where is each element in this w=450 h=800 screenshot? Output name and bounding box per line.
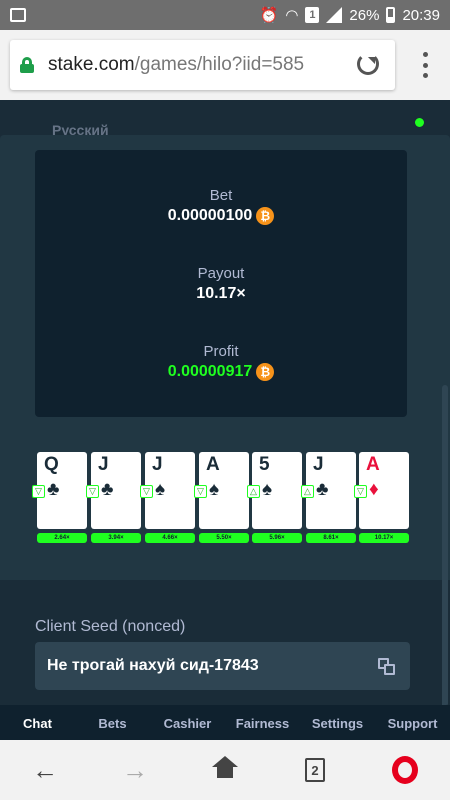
url-host: stake.com	[48, 54, 135, 75]
bet-label: Bet	[209, 187, 233, 204]
nav-settings[interactable]: Settings	[300, 705, 375, 740]
status-bar: ⏰ ◠ 1 26% 20:39	[0, 0, 450, 30]
opera-icon	[392, 756, 418, 784]
wifi-icon: ◠	[285, 7, 299, 24]
address-bar[interactable]: stake.com/games/hilo?iid=585	[10, 40, 395, 90]
playing-card: A ♠ ▽	[194, 452, 249, 529]
browser-bottom-bar: ← → 2	[0, 740, 450, 800]
playing-card: J ♣ △	[301, 452, 356, 529]
card-rank: J	[98, 454, 109, 475]
signal-icon	[326, 7, 343, 23]
playing-card: J ♠ ▽	[140, 452, 195, 529]
lower-prediction-icon: ▽	[32, 485, 45, 498]
tabs-button[interactable]: 2	[295, 750, 335, 790]
club-icon: ♣	[47, 479, 60, 500]
bet-details-modal: Bet 0.00000100 ₿ Payout 10.17× Profit 0.…	[0, 135, 450, 705]
card-rank: A	[206, 454, 220, 475]
nav-bets[interactable]: Bets	[75, 705, 150, 740]
site-header: Русский	[0, 100, 450, 140]
lower-prediction-icon: ▽	[140, 485, 153, 498]
spade-icon: ♠	[155, 479, 166, 500]
reload-icon[interactable]	[357, 53, 379, 75]
nav-fairness[interactable]: Fairness	[225, 705, 300, 740]
gallery-notification-icon	[10, 8, 26, 22]
spade-icon: ♠	[262, 479, 273, 500]
lock-icon	[20, 57, 34, 73]
tab-count: 2	[305, 758, 325, 782]
card-rank: A	[366, 454, 380, 475]
higher-prediction-icon: △	[301, 485, 314, 498]
profit-label: Profit	[203, 343, 239, 360]
home-button[interactable]	[205, 750, 245, 790]
higher-prediction-icon: △	[247, 485, 260, 498]
url-path: /games/hilo?iid=585	[134, 54, 305, 75]
menu-icon[interactable]	[418, 52, 432, 78]
playing-card: 5 ♠ △	[247, 452, 302, 529]
diamond-icon: ♦	[369, 479, 379, 500]
nav-cashier[interactable]: Cashier	[150, 705, 225, 740]
back-arrow-icon[interactable]: ←	[25, 750, 65, 790]
lower-prediction-icon: ▽	[86, 485, 99, 498]
club-icon: ♣	[101, 479, 114, 500]
bet-value-row: 0.00000100 ₿	[35, 207, 407, 225]
card-multiplier: 2.64×	[37, 533, 87, 543]
sim-badge: 1	[305, 7, 320, 23]
card-multiplier: 3.94×	[91, 533, 141, 543]
profit-value-row: 0.00000917 ₿	[35, 363, 407, 381]
card-multiplier: 4.66×	[145, 533, 195, 543]
modal-scrollbar[interactable]	[442, 385, 448, 705]
client-seed-value: Не трогай нахуй сид-17843	[47, 657, 259, 674]
bitcoin-icon: ₿	[256, 207, 275, 225]
card-multiplier: 8.61×	[306, 533, 356, 543]
card-rank: J	[152, 454, 163, 475]
card-rank: Q	[44, 454, 59, 475]
club-icon: ♣	[316, 479, 329, 500]
result-panel: Bet 0.00000100 ₿ Payout 10.17× Profit 0.…	[35, 150, 407, 417]
battery-percent: 26%	[349, 6, 380, 24]
card-multiplier: 5.96×	[252, 533, 302, 543]
alarm-icon: ⏰	[259, 7, 279, 24]
nav-chat[interactable]: Chat	[0, 705, 75, 740]
spade-icon: ♠	[209, 479, 220, 500]
profit-value: 0.00000917	[167, 363, 253, 380]
browser-toolbar: stake.com/games/hilo?iid=585	[0, 30, 450, 100]
bitcoin-icon: ₿	[256, 363, 275, 381]
seed-section: Client Seed (nonced) Не трогай нахуй сид…	[0, 580, 450, 705]
site-bottom-nav: Chat Bets Cashier Fairness Settings Supp…	[0, 705, 450, 740]
forward-arrow-icon[interactable]: →	[115, 750, 155, 790]
copy-icon[interactable]	[378, 658, 396, 676]
playing-card: A ♦ ▽	[354, 452, 409, 529]
lower-prediction-icon: ▽	[194, 485, 207, 498]
nav-support[interactable]: Support	[375, 705, 450, 740]
playing-card: J ♣ ▽	[86, 452, 141, 529]
battery-icon	[386, 7, 396, 23]
clock: 20:39	[402, 6, 440, 24]
card-rank: 5	[259, 454, 270, 475]
card-history: Q ♣ ▽ 2.64× J ♣ ▽ 3.94× J ♠ ▽ 4.66× A ♠ …	[32, 452, 412, 547]
card-rank: J	[313, 454, 324, 475]
opera-menu-button[interactable]	[385, 750, 425, 790]
playing-card: Q ♣ ▽	[32, 452, 87, 529]
home-icon	[212, 756, 238, 780]
lower-prediction-icon: ▽	[354, 485, 367, 498]
notification-dot	[415, 118, 424, 127]
client-seed-field[interactable]: Не трогай нахуй сид-17843	[35, 642, 410, 690]
payout-value: 10.17×	[196, 285, 246, 302]
payout-label: Payout	[197, 265, 245, 282]
card-multiplier: 10.17×	[359, 533, 409, 543]
client-seed-label: Client Seed (nonced)	[35, 618, 186, 635]
card-multiplier: 5.50×	[199, 533, 249, 543]
bet-value: 0.00000100	[167, 207, 253, 224]
